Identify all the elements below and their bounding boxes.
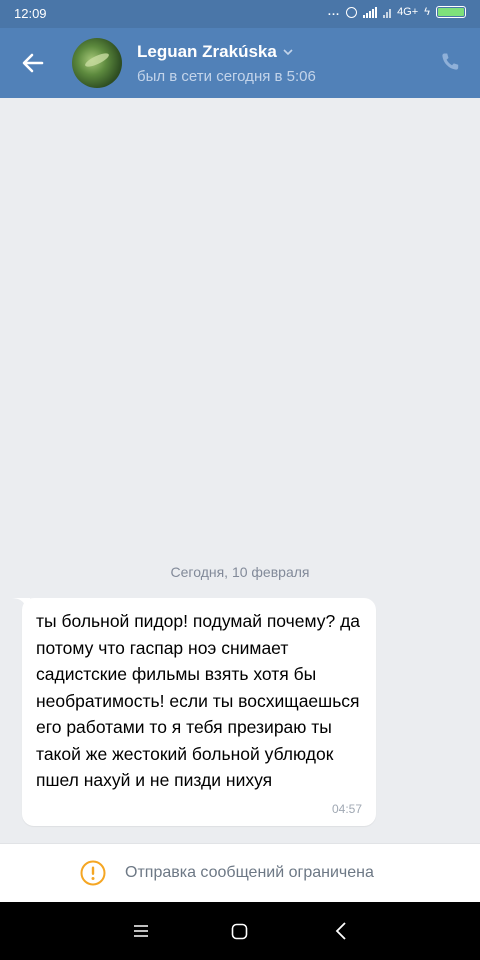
date-separator: Сегодня, 10 февраля bbox=[170, 564, 310, 580]
notification-dots: ... bbox=[327, 6, 341, 18]
contact-name: Leguan Zrakúska bbox=[137, 42, 277, 61]
alarm-icon bbox=[346, 6, 358, 18]
status-icons: ... 4G+ ϟ bbox=[328, 6, 466, 18]
status-bar: 12:09 ... 4G+ ϟ bbox=[0, 0, 480, 28]
menu-icon[interactable] bbox=[133, 923, 149, 939]
chevron-down-icon bbox=[283, 49, 293, 56]
back-arrow-icon[interactable] bbox=[18, 48, 48, 78]
back-icon[interactable] bbox=[333, 922, 349, 940]
warning-icon bbox=[80, 860, 106, 886]
message-bubble[interactable]: ты больной пидор! подумай почему? да пот… bbox=[22, 598, 376, 826]
chat-header: Leguan Zrakúska был в сети сегодня в 5:0… bbox=[0, 28, 480, 98]
chat-area[interactable]: Сегодня, 10 февраля ты больной пидор! по… bbox=[0, 98, 480, 843]
system-nav-bar bbox=[0, 902, 480, 960]
home-icon[interactable] bbox=[231, 923, 248, 940]
restriction-bar: Отправка сообщений ограничена bbox=[0, 843, 480, 902]
signal-icon bbox=[363, 6, 378, 18]
restriction-text: Отправка сообщений ограничена bbox=[125, 864, 374, 881]
contact-last-seen: был в сети сегодня в 5:06 bbox=[137, 68, 316, 85]
charging-icon: ϟ bbox=[424, 6, 430, 18]
message-text: ты больной пидор! подумай почему? да пот… bbox=[36, 611, 361, 790]
message-time: 04:57 bbox=[331, 802, 362, 816]
phone-icon[interactable] bbox=[438, 50, 462, 74]
contact-avatar[interactable] bbox=[72, 38, 122, 88]
contact-name-row[interactable]: Leguan Zrakúska bbox=[137, 42, 293, 62]
status-time: 12:09 bbox=[14, 6, 47, 21]
battery-icon bbox=[436, 6, 466, 18]
signal-secondary-icon bbox=[383, 7, 392, 18]
network-type: 4G+ bbox=[397, 6, 419, 18]
